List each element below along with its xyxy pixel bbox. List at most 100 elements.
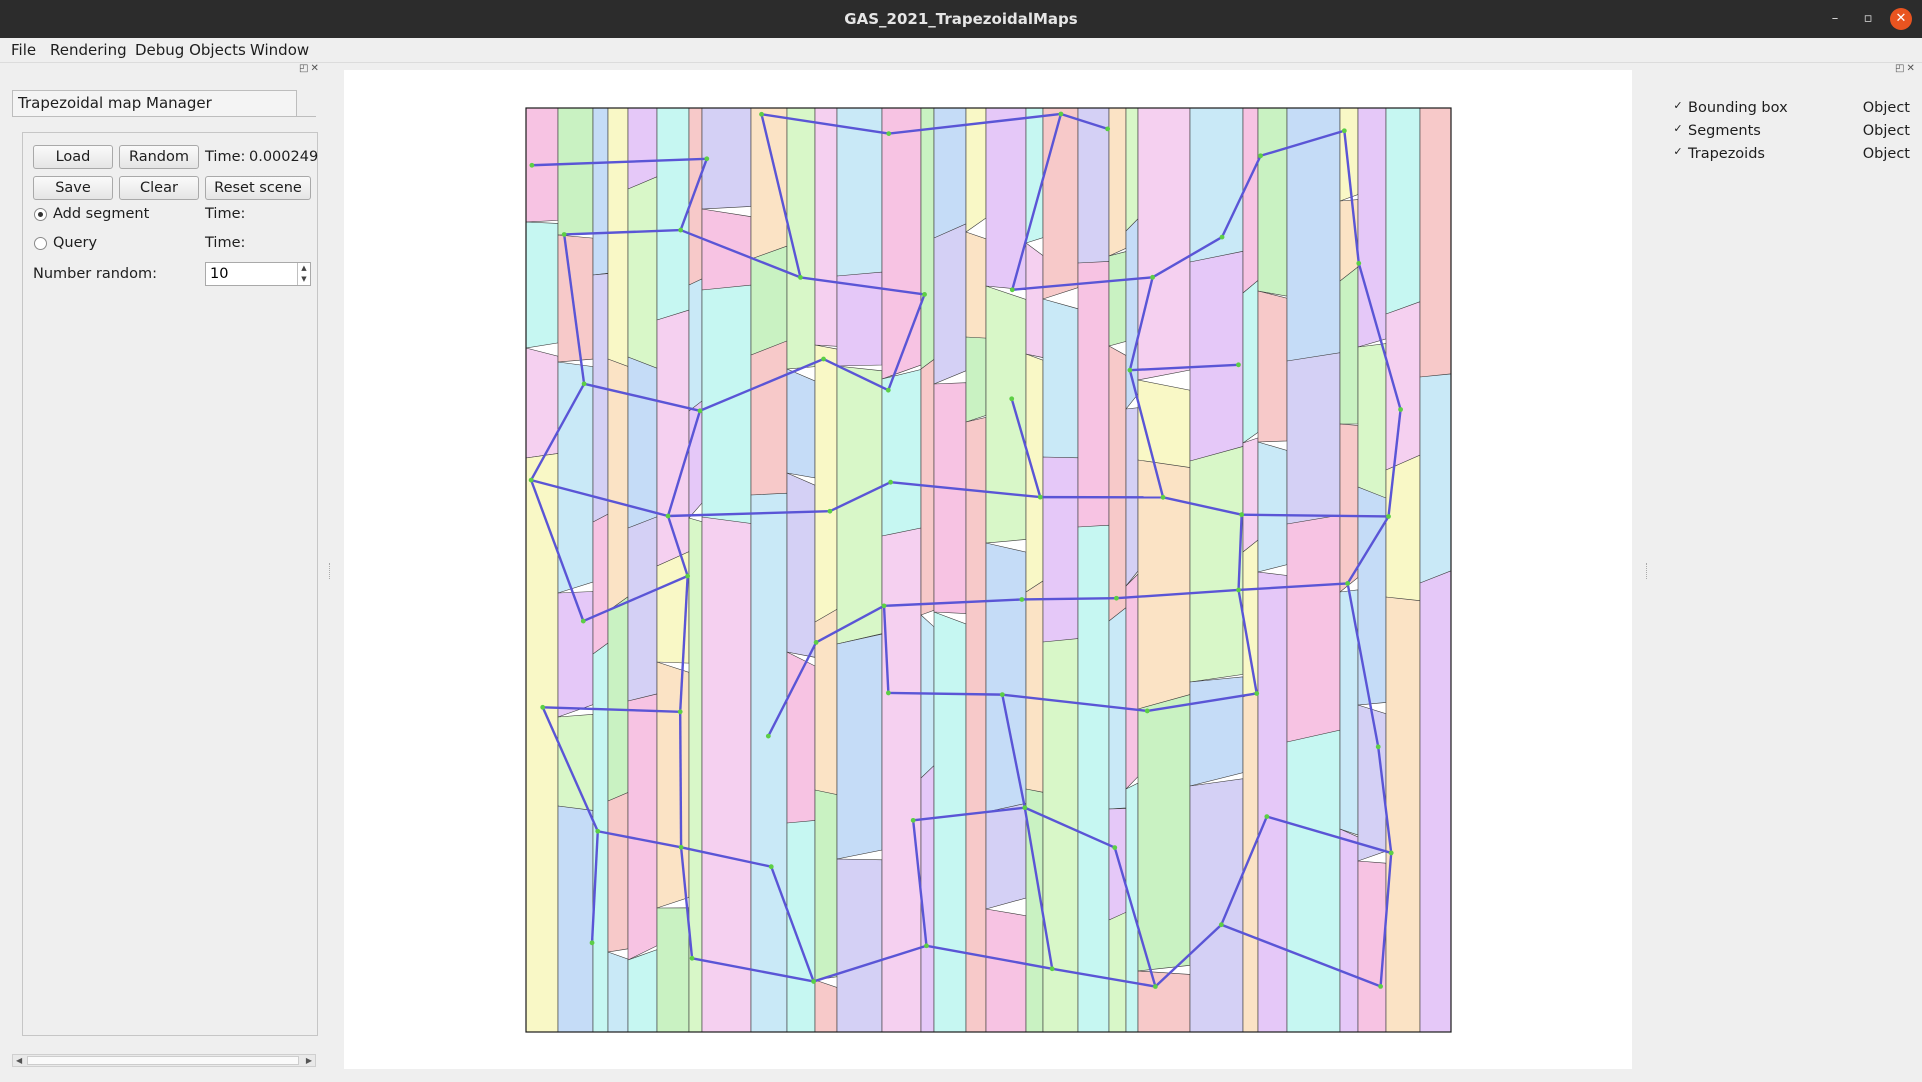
random-button[interactable]: Random xyxy=(119,145,199,169)
segment-endpoint xyxy=(677,709,683,715)
load-button[interactable]: Load xyxy=(33,145,113,169)
segment-endpoint xyxy=(1388,850,1394,856)
segment-endpoint xyxy=(580,618,586,624)
trapezoid xyxy=(627,516,658,711)
segment-endpoint xyxy=(1049,966,1055,972)
segment xyxy=(888,691,1003,696)
segment-endpoint xyxy=(1058,111,1064,117)
trapezoidal-map-drawing[interactable] xyxy=(344,70,1632,1069)
trapezoid xyxy=(557,234,594,363)
spin-arrows-icon[interactable]: ▲ ▼ xyxy=(297,263,310,285)
drawable-objects-list: ✓ Bounding box Object ✓ Segments Object … xyxy=(1662,90,1912,170)
segment-endpoint xyxy=(1009,287,1015,293)
segment-endpoint xyxy=(886,131,892,137)
segment-endpoint xyxy=(759,111,764,117)
object-row-bounding-box[interactable]: ✓ Bounding box Object xyxy=(1672,98,1910,118)
object-row-trapezoids[interactable]: ✓ Trapezoids Object xyxy=(1672,144,1910,164)
menu-rendering[interactable]: Rendering xyxy=(50,38,127,62)
reset-scene-button[interactable]: Reset scene xyxy=(205,176,311,200)
trapezoid xyxy=(557,591,594,718)
trapezoids-checkbox[interactable]: ✓ xyxy=(1672,146,1684,158)
segment-endpoint xyxy=(813,639,819,645)
segment-endpoint xyxy=(678,227,684,233)
segment-endpoint xyxy=(1254,691,1260,696)
trapezoid xyxy=(1257,571,1288,1033)
menu-file[interactable]: File xyxy=(11,38,36,62)
trapezoid xyxy=(920,614,935,781)
left-dock-float-close-buttons[interactable]: ◰✕ xyxy=(299,63,321,74)
trapezoids-type: Object xyxy=(1862,146,1910,162)
number-random-spinbox[interactable]: ▲▼ xyxy=(205,262,311,286)
trapezoid xyxy=(688,278,703,421)
segment-endpoint xyxy=(922,292,927,297)
trapezoid xyxy=(1077,107,1110,271)
trapezoid xyxy=(607,358,629,616)
trapezoid xyxy=(786,472,816,658)
segments-label: Segments xyxy=(1688,123,1761,139)
right-splitter-handle[interactable] xyxy=(1646,563,1649,579)
trapezoidal-map-manager-dock: Trapezoidal map Manager Load Random Time… xyxy=(12,90,318,1068)
add-segment-radio[interactable] xyxy=(34,208,47,221)
trapezoid xyxy=(786,368,816,479)
left-dock-horizontal-scrollbar[interactable]: ◀ ▶ xyxy=(12,1054,316,1067)
save-button[interactable]: Save xyxy=(33,176,113,200)
trapezoid xyxy=(933,382,967,614)
add-segment-label[interactable]: Add segment xyxy=(53,205,149,223)
query-radio[interactable] xyxy=(34,237,47,250)
trapezoid xyxy=(933,611,967,1033)
segment-endpoint xyxy=(1022,805,1028,811)
trapezoid xyxy=(881,107,922,380)
trapezoid xyxy=(1385,107,1421,315)
left-splitter-handle[interactable] xyxy=(329,563,332,579)
segment-endpoint xyxy=(1398,407,1403,412)
segment-endpoint xyxy=(1218,922,1224,928)
segment-endpoint xyxy=(1341,128,1347,134)
trapezoid xyxy=(1257,441,1288,573)
trapezoid xyxy=(1042,298,1079,465)
scrollbar-thumb[interactable] xyxy=(27,1056,299,1065)
menu-debug-objects[interactable]: Debug Objects xyxy=(135,38,246,62)
object-row-segments[interactable]: ✓ Segments Object xyxy=(1672,121,1910,141)
window-title: GAS_2021_TrapezoidalMaps xyxy=(844,10,1078,28)
trapezoid xyxy=(1108,251,1127,347)
menu-window[interactable]: Window xyxy=(250,38,309,62)
segments-checkbox[interactable]: ✓ xyxy=(1672,123,1684,135)
trapezoid xyxy=(1385,596,1421,1033)
bounding-box-checkbox[interactable]: ✓ xyxy=(1672,100,1684,112)
tab-trapezoidal-map-manager[interactable]: Trapezoidal map Manager xyxy=(12,90,297,117)
gl-canvas[interactable] xyxy=(344,70,1632,1069)
segment-endpoint xyxy=(540,704,546,710)
query-label[interactable]: Query xyxy=(53,234,97,252)
tab-underline xyxy=(12,116,316,117)
trapezoid xyxy=(1385,301,1421,471)
trapezoid xyxy=(557,107,594,236)
trapezoid xyxy=(1137,107,1191,381)
trapezoid xyxy=(786,651,816,836)
segment-endpoint xyxy=(1239,512,1245,518)
segment-endpoint xyxy=(1375,744,1381,750)
right-dock-float-close-buttons[interactable]: ◰✕ xyxy=(1895,63,1917,74)
trapezoid xyxy=(1108,808,1127,921)
trapezoid xyxy=(592,513,609,662)
segment-endpoint xyxy=(595,828,601,834)
trapezoid xyxy=(985,285,1027,544)
scroll-right-arrow-icon[interactable]: ▶ xyxy=(306,1055,312,1066)
segment-endpoint xyxy=(529,162,535,168)
segment-endpoint xyxy=(678,844,684,850)
segments-type: Object xyxy=(1862,123,1910,139)
segment xyxy=(1021,597,1117,601)
trapezoid xyxy=(814,608,838,805)
minimize-button[interactable]: – xyxy=(1824,8,1846,30)
trapezoid xyxy=(557,361,594,594)
trapezoid xyxy=(1419,373,1452,594)
trapezoid xyxy=(1108,107,1127,257)
maximize-button[interactable]: ▫ xyxy=(1857,8,1879,30)
trapezoid xyxy=(836,633,883,860)
clear-button[interactable]: Clear xyxy=(119,176,199,200)
number-random-input[interactable] xyxy=(210,265,292,283)
add-segment-time-label: Time: xyxy=(205,206,246,222)
segment-endpoint xyxy=(589,940,595,946)
trapezoid xyxy=(750,107,788,271)
scroll-left-arrow-icon[interactable]: ◀ xyxy=(16,1055,22,1066)
close-button[interactable]: ✕ xyxy=(1890,8,1912,30)
